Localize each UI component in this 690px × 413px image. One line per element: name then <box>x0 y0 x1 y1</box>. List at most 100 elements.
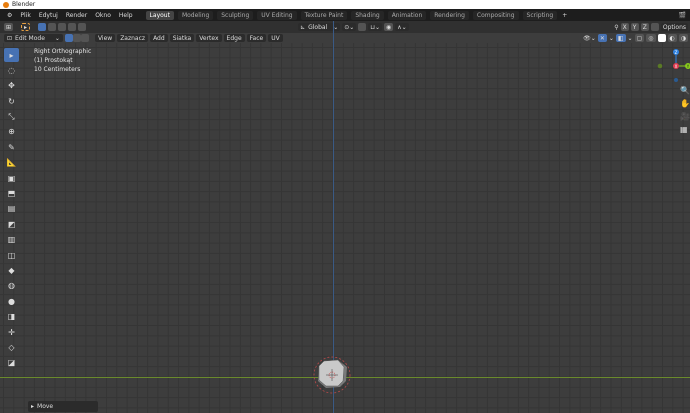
menu-render[interactable]: Render <box>63 12 90 19</box>
tab-shading[interactable]: Shading <box>351 10 384 20</box>
camera-icon[interactable]: 🎥 <box>680 112 690 121</box>
spin-tool[interactable]: ◍ <box>4 279 19 293</box>
menu-select[interactable]: Zaznacz <box>117 34 149 42</box>
select-extend-icon[interactable] <box>48 23 57 31</box>
menu-vertex[interactable]: Vertex <box>196 34 222 42</box>
tab-texture-paint[interactable]: Texture Paint <box>300 10 348 20</box>
menu-edge[interactable]: Edge <box>223 34 245 42</box>
overlay-toggle[interactable]: ◧ <box>615 34 626 42</box>
scale-tool[interactable]: ⤡ <box>4 110 19 124</box>
gizmo-toggle[interactable]: ✕ <box>597 34 607 42</box>
menu-view[interactable]: View <box>94 34 116 42</box>
face-select-mode[interactable] <box>80 34 89 42</box>
xray-toggle[interactable]: ▢ <box>634 34 645 42</box>
window-title: Blender <box>12 1 36 8</box>
tab-rendering[interactable]: Rendering <box>430 10 469 20</box>
navigation-controls: 🔍 ✋ 🎥 ▦ <box>680 86 690 134</box>
edge-slide-tool[interactable]: ◨ <box>4 310 19 324</box>
snap-toggle[interactable] <box>358 23 367 31</box>
orientation-value: Global <box>308 23 328 31</box>
solid-shading[interactable] <box>657 34 666 42</box>
tab-scripting[interactable]: Scripting <box>522 10 558 20</box>
mirror-y[interactable]: Y <box>630 23 639 31</box>
rotate-tool[interactable]: ↻ <box>4 94 19 108</box>
select-subtract-icon[interactable] <box>58 23 67 31</box>
falloff-dropdown[interactable]: ∧⌄ <box>395 23 409 31</box>
grid-scale: 10 Centimeters <box>34 66 81 73</box>
menu-face[interactable]: Face <box>246 34 267 42</box>
editor-type-icon[interactable]: ⊞ <box>4 23 14 31</box>
menu-help[interactable]: Help <box>116 12 136 19</box>
cursor-tool[interactable]: ◌ <box>4 63 19 77</box>
extrude-tool[interactable]: ⬒ <box>4 187 19 201</box>
mode-dropdown[interactable]: ⊡ Edit Mode ⌄ <box>4 34 63 42</box>
expand-arrow-icon[interactable]: ▸ <box>31 403 34 410</box>
measure-tool[interactable]: 📐 <box>4 156 19 170</box>
snap-dropdown[interactable]: ⊔⌄ <box>368 23 383 31</box>
select-intersect-icon[interactable] <box>78 23 87 31</box>
smooth-tool[interactable]: ● <box>4 294 19 308</box>
navigation-gizmo[interactable]: Z X Y <box>650 45 690 85</box>
tab-layout[interactable]: Layout <box>145 10 174 20</box>
view-name: Right Orthographic <box>34 48 92 55</box>
auto-merge-toggle[interactable] <box>650 23 659 31</box>
gizmo-x-label: X <box>675 64 678 69</box>
menu-window[interactable]: Okno <box>92 12 114 19</box>
tool-shelf: ▸ ◌ ✥ ↻ ⤡ ⊕ ✎ 📐 ▣ ⬒ ▤ ◩ ▥ ◫ ◆ ◍ ● ◨ ✛ ◇ … <box>4 48 22 371</box>
add-workspace-icon[interactable]: + <box>559 12 570 19</box>
operator-panel[interactable]: ▸ Move <box>28 401 98 412</box>
mode-value: Edit Mode <box>15 34 45 42</box>
select-box-tool[interactable]: ▸ <box>4 48 19 62</box>
zoom-icon[interactable]: 🔍 <box>680 86 690 95</box>
viewport-info: Right Orthographic (1) Prostokąt 10 Cent… <box>34 47 91 74</box>
wireframe-shading[interactable]: ◎ <box>646 34 656 42</box>
gizmo-neg-y-axis <box>657 63 663 69</box>
menu-file[interactable]: Plik <box>17 12 33 19</box>
options-dropdown[interactable]: Options <box>660 23 688 31</box>
mesh-object[interactable] <box>312 355 352 395</box>
transform-tool[interactable]: ⊕ <box>4 125 19 139</box>
menu-mesh[interactable]: Siatka <box>169 34 195 42</box>
scene-icon[interactable]: 🎬 <box>679 12 686 19</box>
menu-uv[interactable]: UV <box>268 34 283 42</box>
poly-build-tool[interactable]: ◆ <box>4 263 19 277</box>
annotate-tool[interactable]: ✎ <box>4 140 19 154</box>
tab-compositing[interactable]: Compositing <box>472 10 519 20</box>
blender-menu-icon[interactable]: ⚙ <box>4 12 15 19</box>
pivot-dropdown[interactable]: ⊙⌄ <box>342 23 357 31</box>
edge-select-mode[interactable] <box>72 34 81 42</box>
mirror-icon: ⚲ <box>614 23 619 31</box>
select-invert-icon[interactable] <box>68 23 77 31</box>
menu-edit[interactable]: Edytuj <box>36 12 61 19</box>
gizmo-z-label: Z <box>675 50 678 55</box>
gizmo-dropdown[interactable]: ⌄ <box>609 35 614 42</box>
tab-animation[interactable]: Animation <box>387 10 427 20</box>
add-cube-tool[interactable]: ▣ <box>4 171 19 185</box>
tab-uv-editing[interactable]: UV Editing <box>257 10 297 20</box>
rendered-shading[interactable]: ◑ <box>678 34 688 42</box>
inset-tool[interactable]: ▤ <box>4 202 19 216</box>
shrink-fatten-tool[interactable]: ✛ <box>4 325 19 339</box>
title-bar: Blender <box>0 0 690 9</box>
viewport-header: ⊡ Edit Mode ⌄ View Zaznacz Add Siatka Ver… <box>0 33 690 43</box>
move-tool[interactable]: ✥ <box>4 79 19 93</box>
material-shading[interactable]: ◐ <box>667 34 677 42</box>
overlay-dropdown[interactable]: ⌄ <box>628 35 633 42</box>
pan-hand-icon[interactable]: ✋ <box>680 99 690 108</box>
grid-icon[interactable]: ▦ <box>680 125 690 134</box>
vertex-select-mode[interactable] <box>64 34 73 42</box>
tab-modeling[interactable]: Modeling <box>177 10 214 20</box>
tab-sculpting[interactable]: Sculpting <box>217 10 254 20</box>
shear-tool[interactable]: ◇ <box>4 340 19 354</box>
mirror-z[interactable]: Z <box>640 23 649 31</box>
rip-region-tool[interactable]: ◪ <box>4 356 19 370</box>
visibility-dropdown[interactable]: 👁⌄ <box>583 35 596 42</box>
mirror-x[interactable]: X <box>620 23 629 31</box>
select-new-icon[interactable] <box>38 23 47 31</box>
proportional-edit-toggle[interactable]: ◉ <box>384 23 394 31</box>
knife-tool[interactable]: ◫ <box>4 248 19 262</box>
menu-add[interactable]: Add <box>150 34 168 42</box>
select-tool-icon[interactable]: ▸ <box>21 23 31 31</box>
loop-cut-tool[interactable]: ▥ <box>4 233 19 247</box>
bevel-tool[interactable]: ◩ <box>4 217 19 231</box>
